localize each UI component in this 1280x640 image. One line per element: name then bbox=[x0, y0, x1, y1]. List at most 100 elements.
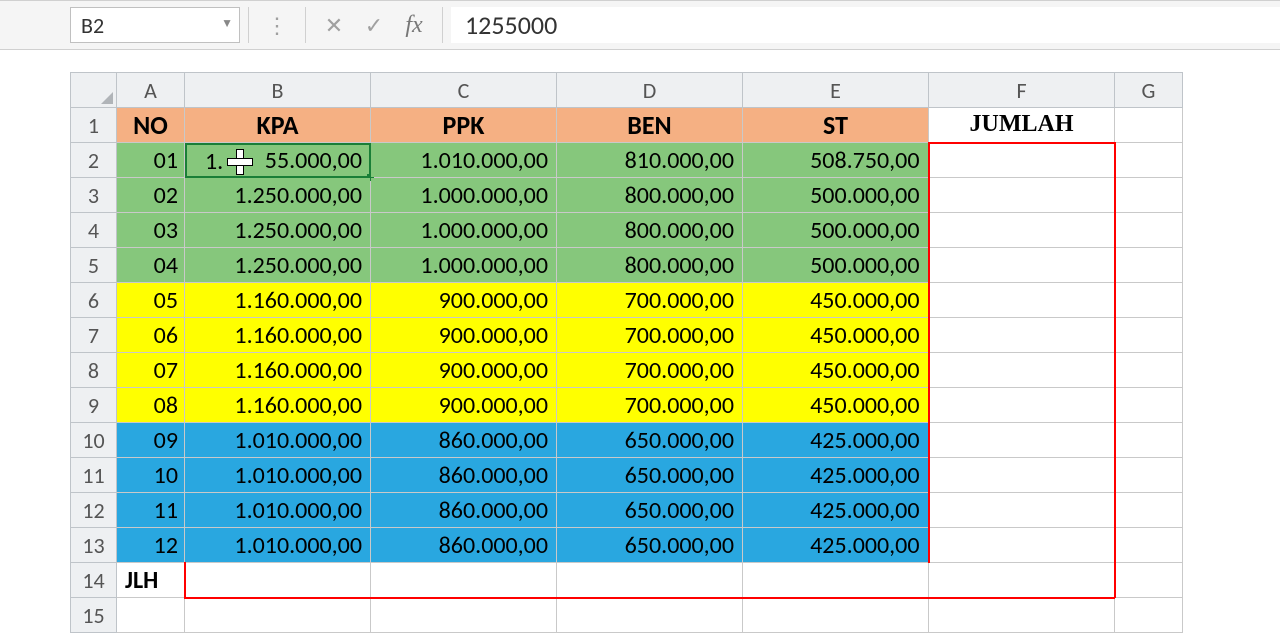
cell-E12[interactable]: 425.000,00 bbox=[743, 493, 929, 528]
cell-E5[interactable]: 500.000,00 bbox=[743, 248, 929, 283]
cell-A6[interactable]: 05 bbox=[117, 283, 185, 318]
cell-C12[interactable]: 860.000,00 bbox=[371, 493, 557, 528]
cell-E13[interactable]: 425.000,00 bbox=[743, 528, 929, 563]
cell-D3[interactable]: 800.000,00 bbox=[557, 178, 743, 213]
cell-G11[interactable] bbox=[1115, 458, 1183, 493]
cell-C15[interactable] bbox=[371, 598, 557, 633]
cell-G5[interactable] bbox=[1115, 248, 1183, 283]
cell-A11[interactable]: 10 bbox=[117, 458, 185, 493]
cell-F14[interactable] bbox=[929, 563, 1115, 598]
cell-B4[interactable]: 1.250.000,00 bbox=[185, 213, 371, 248]
cell-E14[interactable] bbox=[743, 563, 929, 598]
cell-G3[interactable] bbox=[1115, 178, 1183, 213]
row-header-2[interactable]: 2 bbox=[71, 143, 117, 178]
cell-C4[interactable]: 1.000.000,00 bbox=[371, 213, 557, 248]
dots-icon[interactable]: ⋮ bbox=[257, 7, 297, 43]
cell-B2[interactable]: 55.000,001. bbox=[185, 143, 371, 178]
cell-F7[interactable] bbox=[929, 318, 1115, 353]
row-header-5[interactable]: 5 bbox=[71, 248, 117, 283]
cell-A5[interactable]: 04 bbox=[117, 248, 185, 283]
cancel-icon[interactable]: ✕ bbox=[314, 7, 354, 43]
cell-A7[interactable]: 06 bbox=[117, 318, 185, 353]
row-header-8[interactable]: 8 bbox=[71, 353, 117, 388]
cell-D15[interactable] bbox=[557, 598, 743, 633]
cell-B9[interactable]: 1.160.000,00 bbox=[185, 388, 371, 423]
cell-D9[interactable]: 700.000,00 bbox=[557, 388, 743, 423]
cell-A14[interactable]: JLH bbox=[117, 563, 185, 598]
cell-F3[interactable] bbox=[929, 178, 1115, 213]
cell-F11[interactable] bbox=[929, 458, 1115, 493]
cell-G2[interactable] bbox=[1115, 143, 1183, 178]
cell-E7[interactable]: 450.000,00 bbox=[743, 318, 929, 353]
cell-C3[interactable]: 1.000.000,00 bbox=[371, 178, 557, 213]
cell-D14[interactable] bbox=[557, 563, 743, 598]
cell-G15[interactable] bbox=[1115, 598, 1183, 633]
cell-C2[interactable]: 1.010.000,00 bbox=[371, 143, 557, 178]
cell-C6[interactable]: 900.000,00 bbox=[371, 283, 557, 318]
cell-C10[interactable]: 860.000,00 bbox=[371, 423, 557, 458]
col-header-F[interactable]: F bbox=[929, 73, 1115, 108]
cell-A2[interactable]: 01 bbox=[117, 143, 185, 178]
cell-E11[interactable]: 425.000,00 bbox=[743, 458, 929, 493]
select-all-corner[interactable] bbox=[71, 73, 117, 108]
row-header-11[interactable]: 11 bbox=[71, 458, 117, 493]
cell-B15[interactable] bbox=[185, 598, 371, 633]
cell-E6[interactable]: 450.000,00 bbox=[743, 283, 929, 318]
cell-F5[interactable] bbox=[929, 248, 1115, 283]
cell-E9[interactable]: 450.000,00 bbox=[743, 388, 929, 423]
cell-B10[interactable]: 1.010.000,00 bbox=[185, 423, 371, 458]
row-header-13[interactable]: 13 bbox=[71, 528, 117, 563]
row-header-7[interactable]: 7 bbox=[71, 318, 117, 353]
cell-F9[interactable] bbox=[929, 388, 1115, 423]
cell-G9[interactable] bbox=[1115, 388, 1183, 423]
cell-F13[interactable] bbox=[929, 528, 1115, 563]
cell-B14[interactable] bbox=[185, 563, 371, 598]
cell-B13[interactable]: 1.010.000,00 bbox=[185, 528, 371, 563]
cell-E3[interactable]: 500.000,00 bbox=[743, 178, 929, 213]
cell-D12[interactable]: 650.000,00 bbox=[557, 493, 743, 528]
row-header-4[interactable]: 4 bbox=[71, 213, 117, 248]
row-header-6[interactable]: 6 bbox=[71, 283, 117, 318]
col-header-E[interactable]: E bbox=[743, 73, 929, 108]
cell-C9[interactable]: 900.000,00 bbox=[371, 388, 557, 423]
cell-C13[interactable]: 860.000,00 bbox=[371, 528, 557, 563]
col-header-B[interactable]: B bbox=[185, 73, 371, 108]
cell-F4[interactable] bbox=[929, 213, 1115, 248]
col-header-A[interactable]: A bbox=[117, 73, 185, 108]
cell-D6[interactable]: 700.000,00 bbox=[557, 283, 743, 318]
cell-E8[interactable]: 450.000,00 bbox=[743, 353, 929, 388]
row-header-12[interactable]: 12 bbox=[71, 493, 117, 528]
cell-A12[interactable]: 11 bbox=[117, 493, 185, 528]
cell-G10[interactable] bbox=[1115, 423, 1183, 458]
cell-E4[interactable]: 500.000,00 bbox=[743, 213, 929, 248]
col-header-G[interactable]: G bbox=[1115, 73, 1183, 108]
cell-C8[interactable]: 900.000,00 bbox=[371, 353, 557, 388]
cell-F12[interactable] bbox=[929, 493, 1115, 528]
cell-G4[interactable] bbox=[1115, 213, 1183, 248]
row-header-14[interactable]: 14 bbox=[71, 563, 117, 598]
cell-B6[interactable]: 1.160.000,00 bbox=[185, 283, 371, 318]
fx-icon[interactable]: fx bbox=[394, 7, 434, 43]
row-header-3[interactable]: 3 bbox=[71, 178, 117, 213]
row-header-9[interactable]: 9 bbox=[71, 388, 117, 423]
cell-G7[interactable] bbox=[1115, 318, 1183, 353]
cell-B3[interactable]: 1.250.000,00 bbox=[185, 178, 371, 213]
col-header-C[interactable]: C bbox=[371, 73, 557, 108]
cell-A13[interactable]: 12 bbox=[117, 528, 185, 563]
cell-D4[interactable]: 800.000,00 bbox=[557, 213, 743, 248]
cell-B12[interactable]: 1.010.000,00 bbox=[185, 493, 371, 528]
dropdown-icon[interactable]: ▼ bbox=[221, 16, 233, 31]
cell-B8[interactable]: 1.160.000,00 bbox=[185, 353, 371, 388]
cell-D10[interactable]: 650.000,00 bbox=[557, 423, 743, 458]
cell-D7[interactable]: 700.000,00 bbox=[557, 318, 743, 353]
row-header-1[interactable]: 1 bbox=[71, 108, 117, 143]
cell-F15[interactable] bbox=[929, 598, 1115, 633]
cell-C14[interactable] bbox=[371, 563, 557, 598]
cell-C7[interactable]: 900.000,00 bbox=[371, 318, 557, 353]
cell-D5[interactable]: 800.000,00 bbox=[557, 248, 743, 283]
cell-B11[interactable]: 1.010.000,00 bbox=[185, 458, 371, 493]
cell-A1[interactable]: NO bbox=[117, 108, 185, 143]
cell-G13[interactable] bbox=[1115, 528, 1183, 563]
name-box[interactable]: B2 ▼ bbox=[70, 7, 240, 43]
cell-E2[interactable]: 508.750,00 bbox=[743, 143, 929, 178]
